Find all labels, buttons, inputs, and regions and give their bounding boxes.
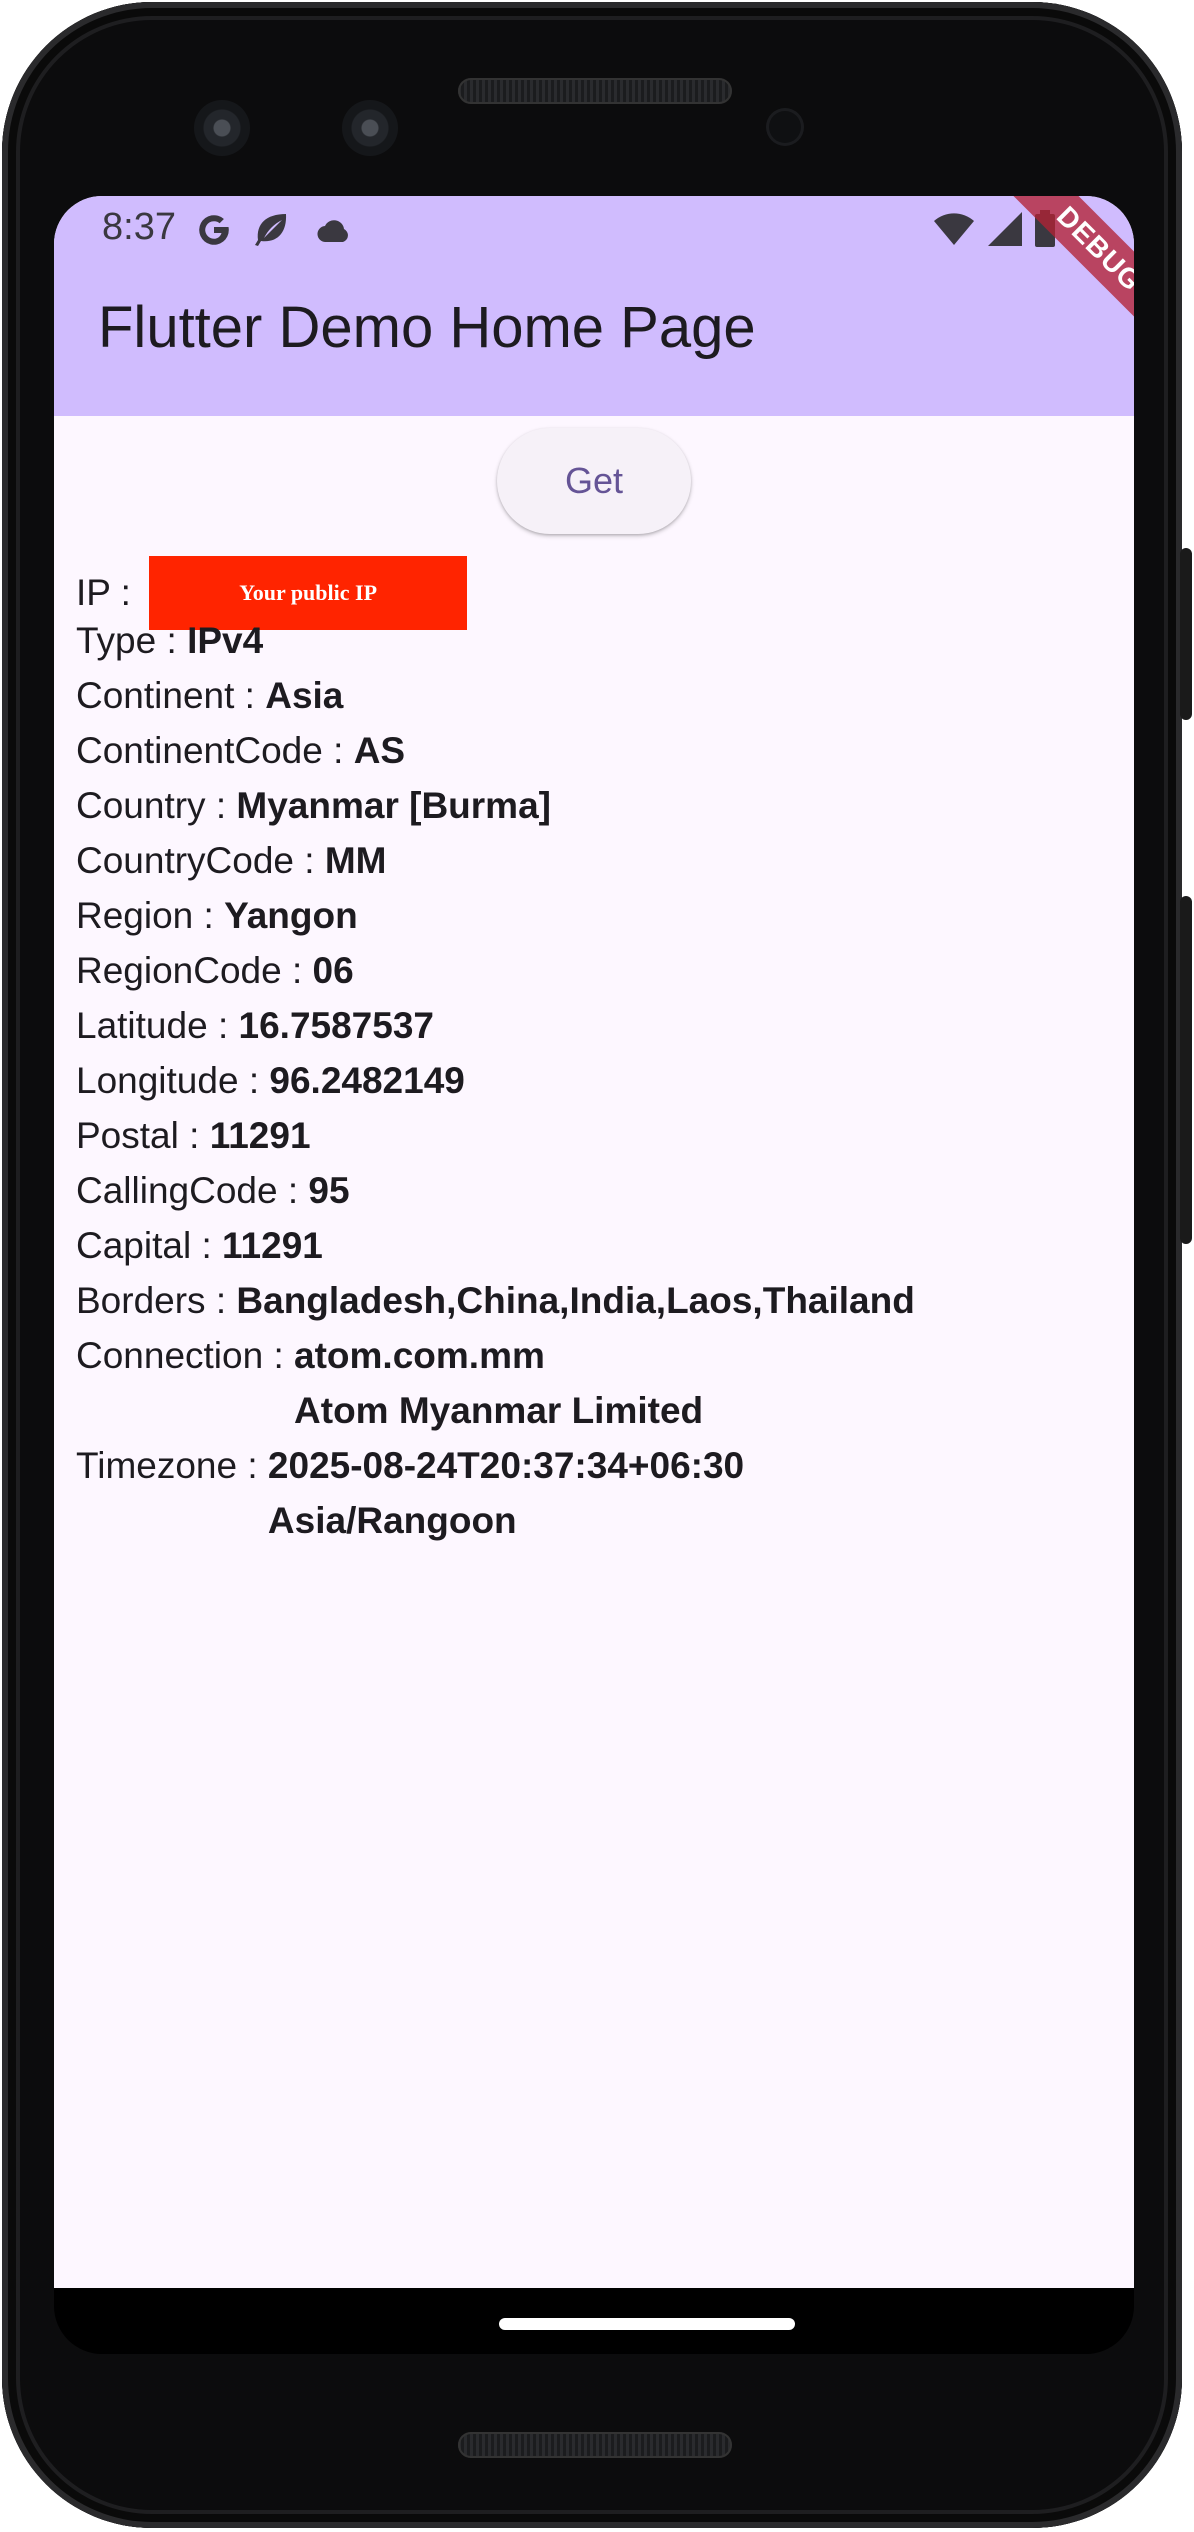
info-row-capital: Capital : 11291 (76, 1218, 915, 1273)
info-row-region: Region : Yangon (76, 888, 915, 943)
info-value: 95 (308, 1170, 350, 1211)
cloud-icon (312, 215, 352, 250)
info-label: Borders : (76, 1280, 237, 1321)
info-value: MM (324, 840, 387, 881)
bottom-speaker-grille (458, 2432, 732, 2458)
front-camera (194, 100, 250, 156)
top-speaker-grille (458, 78, 732, 104)
info-value: Myanmar [Burma] (236, 785, 551, 826)
info-row-ip: IP : Your public IP (76, 556, 915, 630)
info-label: CallingCode : (76, 1170, 309, 1211)
info-row-country: Country : Myanmar [Burma] (76, 778, 915, 833)
info-label: Country : (76, 785, 237, 826)
info-value: 11291 (209, 1115, 311, 1156)
leaf-icon (252, 210, 292, 255)
info-label: Continent : (76, 675, 266, 716)
info-row-longitude: Longitude : 96.2482149 (76, 1053, 915, 1108)
info-label: RegionCode : (76, 950, 313, 991)
ip-info-list: IP : Your public IP Type : IPv4 Continen… (76, 556, 915, 1548)
info-label: Longitude : (76, 1060, 270, 1101)
signal-icon (986, 210, 1024, 253)
info-value: atom.com.mm (294, 1335, 545, 1376)
info-label: Capital : (76, 1225, 223, 1266)
info-label: IP : (76, 571, 142, 613)
info-row-continent: Continent : Asia (76, 668, 915, 723)
info-row-region-code: RegionCode : 06 (76, 943, 915, 998)
info-row-timezone: Timezone : 2025-08-24T20:37:34+06:30 Asia… (76, 1438, 915, 1548)
info-label: Latitude : (76, 1005, 239, 1046)
info-row-connection: Connection : atom.com.mm Atom Myanmar Lim… (76, 1328, 915, 1438)
info-label: ContinentCode : (76, 730, 354, 771)
status-notification-icons (196, 210, 352, 255)
get-button[interactable]: Get (497, 428, 691, 534)
wifi-icon (932, 211, 976, 252)
google-g-icon (196, 212, 232, 253)
info-row-calling-code: CallingCode : 95 (76, 1163, 915, 1218)
proximity-sensor (766, 108, 804, 146)
info-row-country-code: CountryCode : MM (76, 833, 915, 888)
info-value: Bangladesh,China,India,Laos,Thailand (236, 1280, 915, 1321)
home-gesture-handle[interactable] (499, 2318, 795, 2330)
info-value-secondary: Asia/Rangoon (267, 1500, 517, 1541)
info-value: 2025-08-24T20:37:34+06:30 (267, 1445, 745, 1486)
info-value: Yangon (224, 895, 358, 936)
info-value: 96.2482149 (269, 1060, 465, 1101)
volume-button (1180, 896, 1192, 1244)
info-row-borders: Borders : Bangladesh,China,India,Laos,Th… (76, 1273, 915, 1328)
info-value: 11291 (222, 1225, 323, 1266)
info-label: Timezone : (76, 1445, 268, 1486)
info-row-type: Type : IPv4 (76, 613, 915, 668)
info-value: 06 (312, 950, 354, 991)
info-label: Type : (76, 620, 188, 661)
app-screen: 8:37 Flutter Demo Home Page DEBUG Get IP… (54, 196, 1134, 2288)
info-label: Region : (76, 895, 225, 936)
front-camera-secondary (342, 100, 398, 156)
navigation-bar (54, 2288, 1134, 2354)
info-value: Asia (265, 675, 344, 716)
info-value: IPv4 (187, 620, 264, 661)
info-label: Connection : (76, 1335, 295, 1376)
status-time: 8:37 (102, 206, 176, 248)
info-row-postal: Postal : 11291 (76, 1108, 915, 1163)
app-bar: 8:37 Flutter Demo Home Page DEBUG (54, 196, 1134, 416)
info-label: Postal : (76, 1115, 210, 1156)
power-button (1180, 548, 1192, 720)
info-value-secondary: Atom Myanmar Limited (294, 1390, 704, 1431)
info-row-latitude: Latitude : 16.7587537 (76, 998, 915, 1053)
info-label: CountryCode : (76, 840, 325, 881)
info-row-continent-code: ContinentCode : AS (76, 723, 915, 778)
page-title: Flutter Demo Home Page (98, 295, 756, 360)
info-value: 16.7587537 (238, 1005, 434, 1046)
info-value: AS (353, 730, 406, 771)
